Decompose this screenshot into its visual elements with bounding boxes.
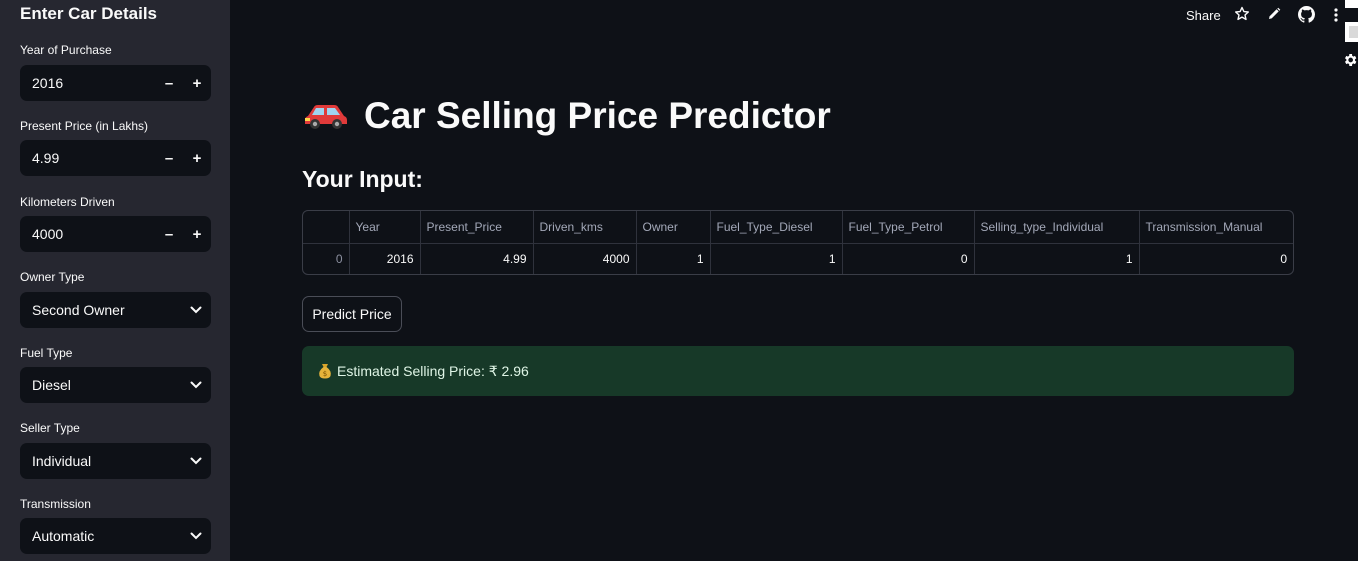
sidebar: Enter Car Details Year of Purchase 2016 …	[0, 0, 230, 561]
owner-select[interactable]: Second Owner	[20, 292, 211, 328]
app-root: Enter Car Details Year of Purchase 2016 …	[0, 0, 1358, 561]
column-header[interactable]: Transmission_Manual	[1139, 211, 1293, 243]
year-label: Year of Purchase	[20, 43, 112, 57]
present-price-input[interactable]: 4.99 – +	[20, 140, 211, 176]
column-header[interactable]: Year	[349, 211, 421, 243]
result-alert: $ Estimated Selling Price: ₹ 2.96	[302, 346, 1294, 396]
fuel-select[interactable]: Diesel	[20, 367, 211, 403]
chevron-down-icon[interactable]	[181, 381, 211, 389]
page-title: Car Selling Price Predictor	[304, 95, 831, 137]
table-cell[interactable]: 4.99	[420, 243, 534, 274]
column-header[interactable]: Selling_type_Individual	[974, 211, 1140, 243]
github-icon[interactable]	[1298, 6, 1315, 28]
year-value[interactable]: 2016	[20, 75, 155, 91]
car-icon	[305, 105, 347, 129]
input-table: Year Present_Price Driven_kms Owner Fuel…	[302, 210, 1294, 275]
svg-text:$: $	[323, 370, 327, 378]
input-heading: Your Input:	[302, 166, 423, 192]
kms-input[interactable]: 4000 – +	[20, 216, 211, 252]
pencil-icon[interactable]	[1267, 6, 1281, 27]
share-button[interactable]: Share	[1186, 8, 1221, 23]
column-header[interactable]: Fuel_Type_Diesel	[710, 211, 843, 243]
chevron-down-icon[interactable]	[181, 532, 211, 540]
kms-increment-button[interactable]: +	[183, 216, 211, 252]
seller-label: Seller Type	[20, 421, 80, 435]
table-cell[interactable]: 0	[303, 243, 350, 274]
owner-value: Second Owner	[32, 302, 125, 318]
table-header-row: Year Present_Price Driven_kms Owner Fuel…	[303, 211, 1293, 243]
column-header[interactable]: Present_Price	[420, 211, 534, 243]
kms-decrement-button[interactable]: –	[155, 216, 183, 252]
present-price-decrement-button[interactable]: –	[155, 140, 183, 176]
money-bag-icon: $	[319, 364, 331, 379]
table-cell[interactable]: 0	[842, 243, 975, 274]
year-decrement-button[interactable]: –	[155, 65, 183, 101]
transmission-value: Automatic	[32, 528, 95, 544]
year-input[interactable]: 2016 – +	[20, 65, 211, 101]
transmission-label: Transmission	[20, 497, 91, 511]
result-text: Estimated Selling Price: ₹ 2.96	[337, 362, 529, 379]
present-price-increment-button[interactable]: +	[183, 140, 211, 176]
page-title-text: Car Selling Price Predictor	[364, 95, 831, 136]
table-cell[interactable]: 0	[1139, 243, 1293, 274]
more-vert-icon[interactable]	[1333, 7, 1339, 28]
table-cell[interactable]: 4000	[533, 243, 637, 274]
fuel-label: Fuel Type	[20, 346, 73, 360]
present-price-label: Present Price (in Lakhs)	[20, 119, 149, 133]
chevron-down-icon[interactable]	[181, 306, 211, 314]
predict-price-button[interactable]: Predict Price	[302, 296, 402, 332]
gear-icon[interactable]	[1342, 51, 1358, 74]
chevron-down-icon[interactable]	[181, 457, 211, 465]
present-price-value[interactable]: 4.99	[20, 150, 155, 166]
year-increment-button[interactable]: +	[183, 65, 211, 101]
star-icon[interactable]	[1234, 6, 1250, 27]
column-header[interactable]: Owner	[636, 211, 711, 243]
table-cell[interactable]: 1	[636, 243, 711, 274]
table-row: 0 2016 4.99 4000 1 1 0 1 0	[303, 243, 1293, 274]
fuel-value: Diesel	[32, 377, 71, 393]
column-header[interactable]: Driven_kms	[533, 211, 637, 243]
table-cell[interactable]: 1	[710, 243, 843, 274]
sidebar-title: Enter Car Details	[20, 4, 157, 23]
table-cell[interactable]: 2016	[349, 243, 421, 274]
transmission-select[interactable]: Automatic	[20, 518, 211, 554]
column-header[interactable]: Fuel_Type_Petrol	[842, 211, 975, 243]
kms-value[interactable]: 4000	[20, 226, 155, 242]
kms-label: Kilometers Driven	[20, 195, 115, 209]
seller-select[interactable]: Individual	[20, 443, 211, 479]
owner-label: Owner Type	[20, 270, 85, 284]
table-cell[interactable]: 1	[974, 243, 1140, 274]
column-header[interactable]	[303, 211, 350, 243]
seller-value: Individual	[32, 453, 92, 469]
